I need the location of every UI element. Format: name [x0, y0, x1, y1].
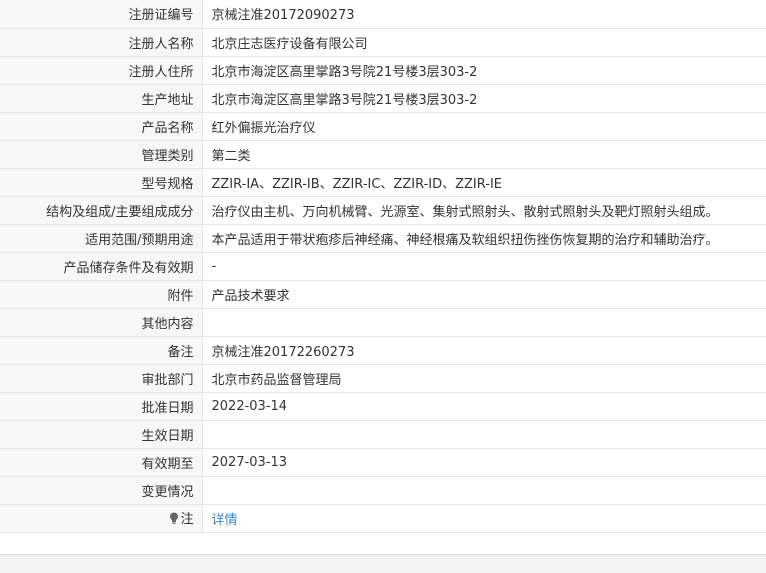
- field-label: 审批部门: [0, 364, 203, 393]
- field-label: 管理类别: [0, 140, 203, 169]
- table-row: 注册人名称 北京庄志医疗设备有限公司: [0, 28, 766, 57]
- field-label: 生产地址: [0, 84, 203, 113]
- note-label: 注: [180, 512, 194, 528]
- details-link[interactable]: 详情: [212, 513, 238, 528]
- field-value: 产品技术要求: [202, 280, 766, 309]
- note-label-cell: 注: [0, 504, 203, 533]
- field-value: 北京庄志医疗设备有限公司: [202, 28, 766, 57]
- field-label: 批准日期: [0, 392, 203, 421]
- field-value: 北京市药品监督管理局: [202, 364, 766, 393]
- field-value: 北京市海淀区高里掌路3号院21号楼3层303-2: [202, 56, 766, 85]
- field-value: 红外偏振光治疗仪: [202, 112, 766, 141]
- table-row: 结构及组成/主要组成成分 治疗仪由主机、万向机械臂、光源室、集射式照射头、散射式…: [0, 196, 766, 225]
- table-row: 型号规格 ZZIR-IA、ZZIR-IB、ZZIR-IC、ZZIR-ID、ZZI…: [0, 168, 766, 197]
- field-label: 附件: [0, 280, 203, 309]
- note-row: 注 详情: [0, 504, 766, 533]
- field-value: 2027-03-13: [202, 448, 766, 477]
- device-registration-table: 注册证编号 京械注准20172090273 注册人名称 北京庄志医疗设备有限公司…: [0, 0, 766, 533]
- table-row: 注册人住所 北京市海淀区高里掌路3号院21号楼3层303-2: [0, 56, 766, 85]
- note-value-cell: 详情: [202, 504, 766, 533]
- table-row: 适用范围/预期用途 本产品适用于带状疱疹后神经痛、神经根痛及软组织扭伤挫伤恢复期…: [0, 224, 766, 253]
- field-label: 有效期至: [0, 448, 203, 477]
- footer-bar: [0, 554, 766, 573]
- field-value: [202, 420, 766, 449]
- table-row: 生效日期: [0, 420, 766, 449]
- field-label: 适用范围/预期用途: [0, 224, 203, 253]
- table-row: 产品名称 红外偏振光治疗仪: [0, 112, 766, 141]
- field-value: 第二类: [202, 140, 766, 169]
- field-label: 产品名称: [0, 112, 203, 141]
- field-value: [202, 476, 766, 505]
- field-value: 京械注准20172260273: [202, 336, 766, 365]
- table-row: 备注 京械注准20172260273: [0, 336, 766, 365]
- field-label: 生效日期: [0, 420, 203, 449]
- field-label: 变更情况: [0, 476, 203, 505]
- field-label: 注册证编号: [0, 0, 203, 29]
- field-value: -: [202, 252, 766, 281]
- table-row: 审批部门 北京市药品监督管理局: [0, 364, 766, 393]
- field-value: [202, 308, 766, 337]
- table-row: 批准日期 2022-03-14: [0, 392, 766, 421]
- table-row: 其他内容: [0, 308, 766, 337]
- field-label: 产品储存条件及有效期: [0, 252, 203, 281]
- table-row: 变更情况: [0, 476, 766, 505]
- field-value: ZZIR-IA、ZZIR-IB、ZZIR-IC、ZZIR-ID、ZZIR-IE: [202, 168, 766, 197]
- field-value: 京械注准20172090273: [202, 0, 766, 29]
- note-label-wrap: 注: [169, 508, 194, 528]
- table-row: 管理类别 第二类: [0, 140, 766, 169]
- lightbulb-icon: [170, 512, 179, 524]
- table-row: 产品储存条件及有效期 -: [0, 252, 766, 281]
- field-value: 2022-03-14: [202, 392, 766, 421]
- field-value: 治疗仪由主机、万向机械臂、光源室、集射式照射头、散射式照射头及靶灯照射头组成。: [202, 196, 766, 225]
- table-row: 注册证编号 京械注准20172090273: [0, 0, 766, 29]
- field-label: 型号规格: [0, 168, 203, 197]
- field-value: 本产品适用于带状疱疹后神经痛、神经根痛及软组织扭伤挫伤恢复期的治疗和辅助治疗。: [202, 224, 766, 253]
- field-label: 其他内容: [0, 308, 203, 337]
- field-label: 注册人名称: [0, 28, 203, 57]
- table-row: 附件 产品技术要求: [0, 280, 766, 309]
- field-label: 结构及组成/主要组成成分: [0, 196, 203, 225]
- table-row: 生产地址 北京市海淀区高里掌路3号院21号楼3层303-2: [0, 84, 766, 113]
- field-value: 北京市海淀区高里掌路3号院21号楼3层303-2: [202, 84, 766, 113]
- field-label: 备注: [0, 336, 203, 365]
- table-row: 有效期至 2027-03-13: [0, 448, 766, 477]
- field-label: 注册人住所: [0, 56, 203, 85]
